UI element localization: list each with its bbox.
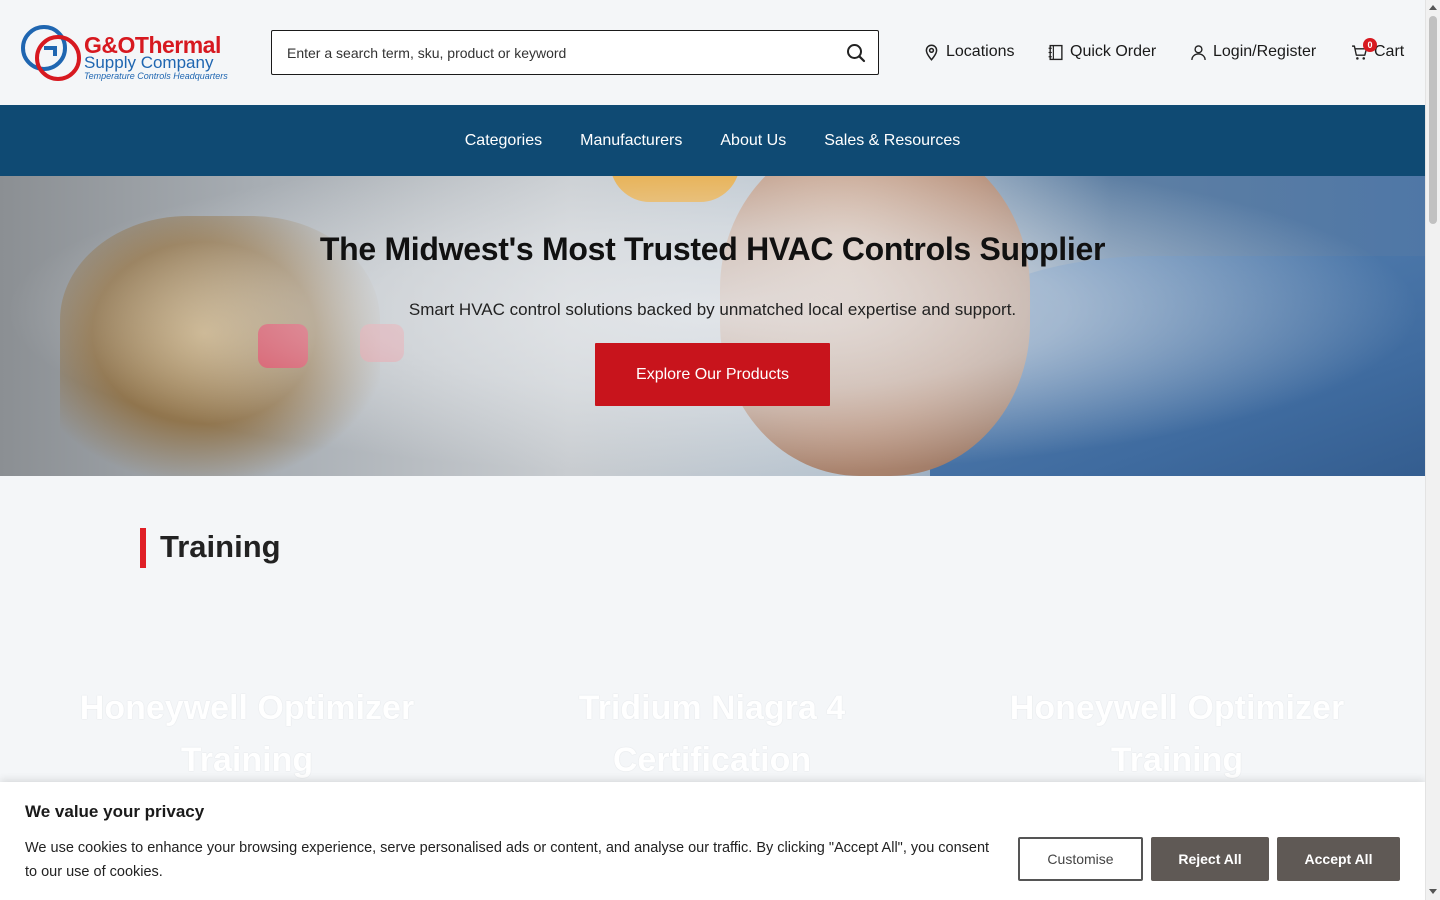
login-register-label: Login/Register: [1213, 43, 1317, 60]
explore-products-button[interactable]: Explore Our Products: [595, 343, 830, 406]
user-icon: [1191, 44, 1206, 60]
locations-link[interactable]: Locations: [923, 40, 1015, 64]
search-icon[interactable]: [846, 43, 866, 63]
cart-icon-wrap: 0: [1351, 37, 1377, 61]
training-card-title[interactable]: Tridium Niagra 4 Certification: [492, 682, 932, 786]
nav-item-manufacturers[interactable]: Manufacturers: [580, 132, 682, 150]
scrollbar-thumb[interactable]: [1429, 16, 1437, 224]
cookie-text: We use cookies to enhance your browsing …: [25, 840, 990, 880]
logo-mark-icon: [21, 25, 81, 81]
cookie-consent-banner: We value your privacy We use cookies to …: [0, 782, 1425, 900]
reject-all-button[interactable]: Reject All: [1151, 837, 1269, 881]
site-header: G&OThermal Supply Company Temperature Co…: [0, 0, 1425, 105]
quick-order-link[interactable]: Quick Order: [1047, 40, 1156, 64]
hero-subtitle: Smart HVAC control solutions backed by u…: [408, 300, 1017, 319]
hero-overlay: [0, 176, 1425, 476]
search-box: [271, 30, 879, 75]
nav-item-categories[interactable]: Categories: [465, 132, 542, 150]
nav-item-about-us[interactable]: About Us: [720, 132, 786, 150]
login-register-link[interactable]: Login/Register: [1190, 40, 1316, 64]
training-card-title[interactable]: Honeywell Optimizer Training: [27, 682, 467, 786]
quick-order-label: Quick Order: [1070, 43, 1157, 60]
main-nav: Categories Manufacturers About Us Sales …: [0, 105, 1425, 176]
hero-title: The Midwest's Most Trusted HVAC Controls…: [319, 231, 1106, 267]
locations-label: Locations: [946, 43, 1015, 60]
page-scrollbar[interactable]: [1425, 0, 1440, 900]
logo-tagline: Temperature Controls Headquarters: [84, 71, 228, 81]
scroll-down-arrow-icon[interactable]: [1429, 889, 1437, 894]
notebook-icon: [1048, 44, 1063, 60]
map-pin-icon: [925, 44, 938, 61]
training-heading: Training: [160, 529, 281, 564]
accept-all-button[interactable]: Accept All: [1277, 837, 1400, 881]
hero-banner: The Midwest's Most Trusted HVAC Controls…: [0, 176, 1425, 476]
cart-label: Cart: [1374, 43, 1405, 60]
customise-button[interactable]: Customise: [1018, 837, 1143, 881]
training-card-title[interactable]: Honeywell Optimizer Training: [957, 682, 1397, 786]
scroll-up-arrow-icon[interactable]: [1429, 5, 1437, 10]
cart-link[interactable]: 0 Cart: [1351, 37, 1405, 64]
logo-subname: Supply Company: [84, 53, 214, 72]
section-accent-bar: [140, 528, 146, 568]
logo[interactable]: G&OThermal Supply Company Temperature Co…: [20, 22, 230, 82]
search-input[interactable]: [287, 31, 827, 74]
cookie-title: We value your privacy: [25, 802, 205, 821]
nav-item-sales-resources[interactable]: Sales & Resources: [824, 132, 960, 150]
cart-count-badge: 0: [1363, 37, 1377, 52]
